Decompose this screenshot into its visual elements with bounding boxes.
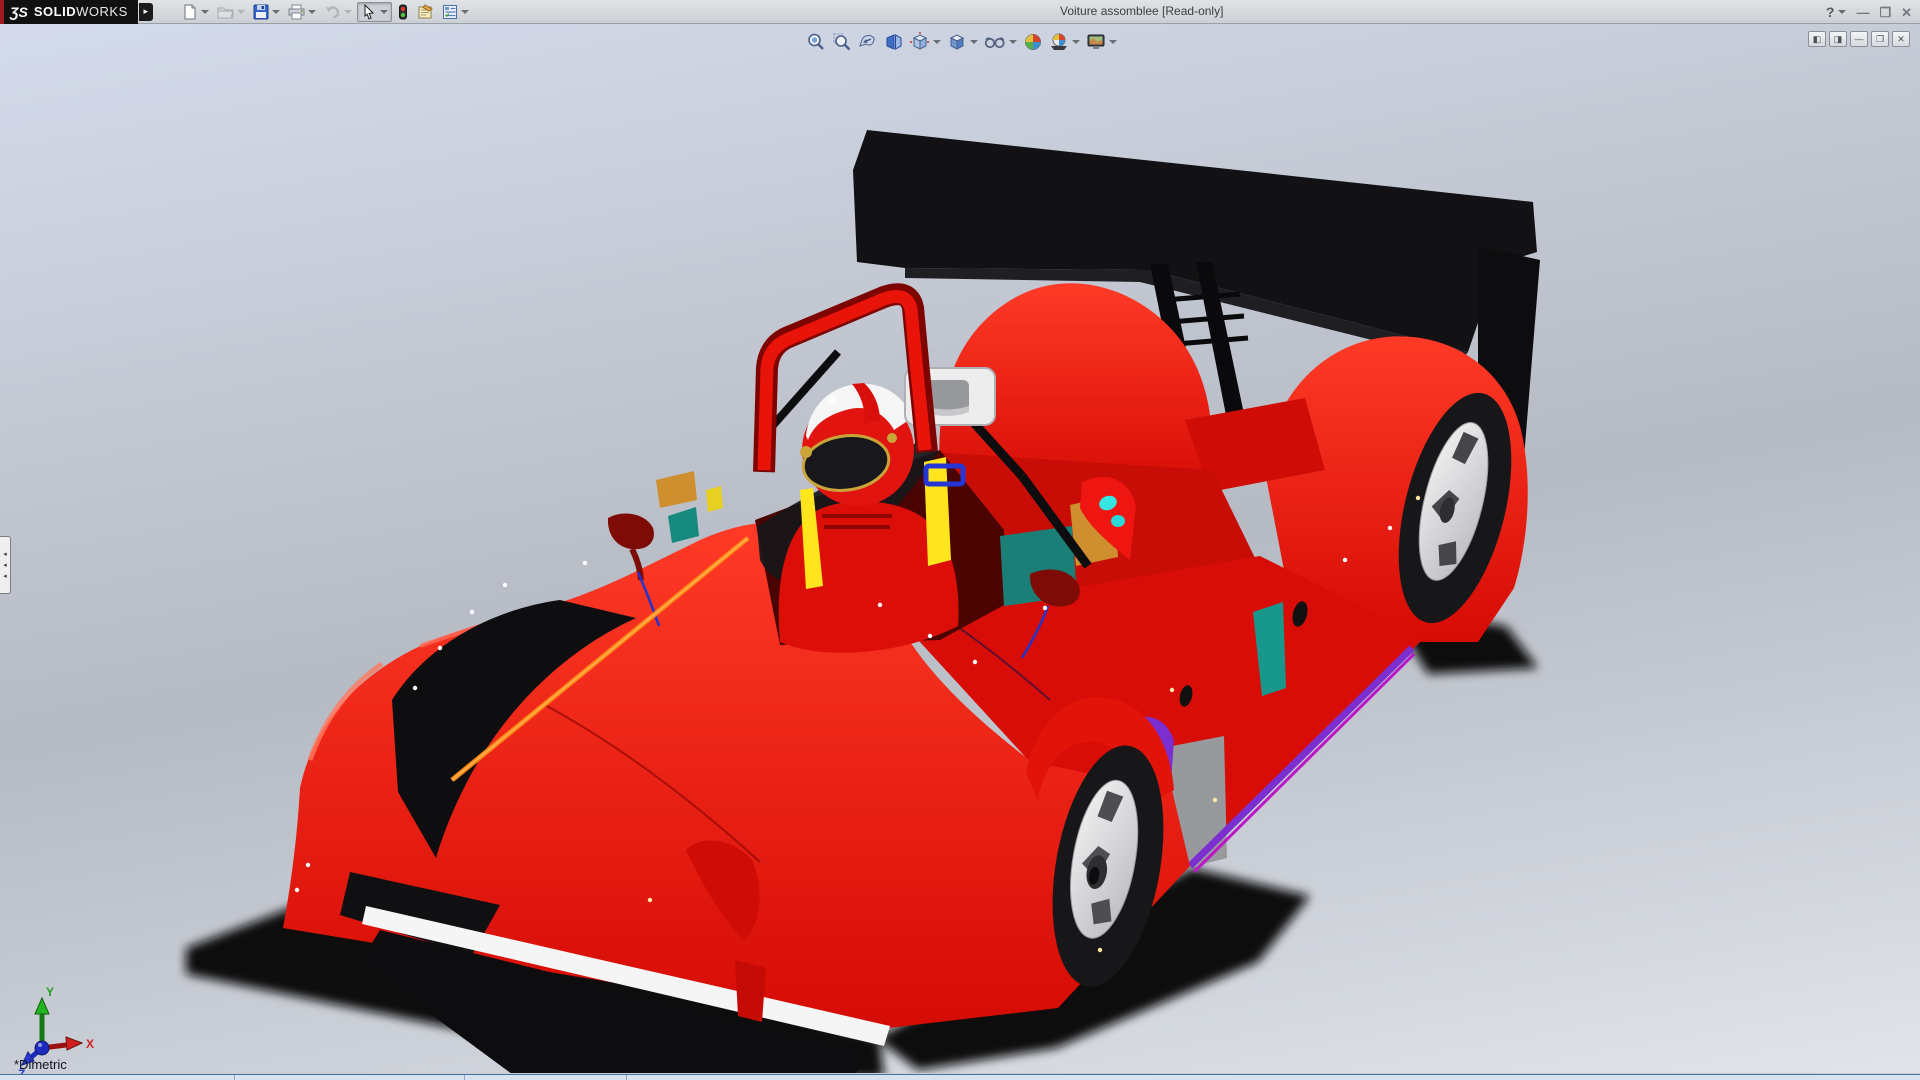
display-style-icon bbox=[947, 32, 967, 52]
print-button[interactable] bbox=[285, 3, 319, 21]
standard-toolbar bbox=[179, 2, 472, 22]
document-window-controls: ◧ ◨ — ❐ ✕ bbox=[1808, 31, 1910, 47]
open-folder-icon bbox=[217, 4, 234, 20]
view-settings-icon bbox=[1086, 32, 1106, 52]
solidworks-logo: ƷS SOLIDWORKS bbox=[0, 0, 138, 24]
save-icon bbox=[253, 4, 269, 20]
print-icon bbox=[288, 4, 305, 20]
apply-scene-icon bbox=[1049, 32, 1069, 52]
new-document-caret[interactable] bbox=[201, 10, 209, 14]
pane-left-button[interactable]: ◧ bbox=[1808, 31, 1826, 47]
section-view-button[interactable] bbox=[884, 32, 904, 52]
logo-name-light: WORKS bbox=[76, 4, 128, 19]
pane-right-button[interactable]: ◨ bbox=[1829, 31, 1847, 47]
graphics-viewport[interactable]: ◧ ◨ — ❐ ✕ ◂ ◂ ◂ Y X Z *Dimetric bbox=[0, 24, 1920, 1073]
apply-scene-button[interactable] bbox=[1049, 32, 1080, 52]
view-orientation-button[interactable] bbox=[910, 32, 941, 52]
display-style-caret[interactable] bbox=[970, 40, 978, 44]
undo-caret bbox=[344, 10, 352, 14]
logo-mark: ƷS bbox=[10, 4, 28, 20]
options-caret[interactable] bbox=[461, 10, 469, 14]
window-title: Voiture assomblee [Read-only] bbox=[1060, 4, 1460, 18]
help-button[interactable]: ? bbox=[1826, 4, 1835, 20]
open-button[interactable] bbox=[214, 3, 248, 21]
menu-flyout-arrow[interactable]: ▸ bbox=[139, 3, 153, 21]
select-cursor-icon bbox=[361, 4, 377, 20]
undo-button bbox=[321, 3, 355, 21]
rebuild-traffic-light-icon bbox=[397, 4, 409, 20]
collapse-arrow-icon: ◂ bbox=[3, 573, 7, 580]
solidworks-window: ƷS SOLIDWORKS ▸ bbox=[0, 0, 1920, 1080]
file-properties-button[interactable] bbox=[414, 3, 437, 21]
doc-minimize-button[interactable]: — bbox=[1850, 31, 1868, 47]
headsup-view-toolbar bbox=[806, 32, 1117, 52]
save-caret[interactable] bbox=[272, 10, 280, 14]
edit-appearance-icon bbox=[1023, 32, 1043, 52]
zoom-to-fit-icon bbox=[806, 32, 826, 52]
minimize-button[interactable]: — bbox=[1856, 6, 1869, 19]
zoom-to-fit-button[interactable] bbox=[806, 32, 826, 52]
car-assembly-model[interactable] bbox=[0, 24, 1920, 1073]
file-properties-icon bbox=[417, 4, 434, 20]
doc-close-button[interactable]: ✕ bbox=[1892, 31, 1910, 47]
apply-scene-caret[interactable] bbox=[1072, 40, 1080, 44]
help-caret[interactable] bbox=[1838, 10, 1846, 14]
display-style-button[interactable] bbox=[947, 32, 978, 52]
save-button[interactable] bbox=[250, 3, 283, 21]
options-icon bbox=[442, 4, 458, 20]
previous-view-icon bbox=[858, 32, 878, 52]
undo-icon bbox=[324, 4, 341, 20]
print-caret[interactable] bbox=[308, 10, 316, 14]
doc-restore-button[interactable]: ❐ bbox=[1871, 31, 1889, 47]
options-button[interactable] bbox=[439, 3, 472, 21]
view-settings-button[interactable] bbox=[1086, 32, 1117, 52]
title-bar: ƷS SOLIDWORKS ▸ bbox=[0, 0, 1920, 24]
zoom-to-area-button[interactable] bbox=[832, 32, 852, 52]
triad-y-label: Y bbox=[46, 985, 54, 999]
hide-show-items-caret[interactable] bbox=[1009, 40, 1017, 44]
new-document-button[interactable] bbox=[179, 3, 212, 21]
hide-show-items-button[interactable] bbox=[984, 32, 1017, 52]
rebuild-button[interactable] bbox=[394, 3, 412, 21]
view-settings-caret[interactable] bbox=[1109, 40, 1117, 44]
zoom-to-area-icon bbox=[832, 32, 852, 52]
titlebar-controls: ? — ❐ ✕ bbox=[1826, 0, 1912, 24]
close-button[interactable]: ✕ bbox=[1901, 6, 1912, 19]
collapse-arrow-icon: ◂ bbox=[3, 551, 7, 558]
view-orientation-caret[interactable] bbox=[933, 40, 941, 44]
collapse-arrow-icon: ◂ bbox=[3, 562, 7, 569]
view-orientation-label: *Dimetric bbox=[14, 1057, 67, 1072]
collapsed-panel-tab[interactable]: ◂ ◂ ◂ bbox=[0, 536, 11, 594]
open-caret bbox=[237, 10, 245, 14]
triad-x-label: X bbox=[86, 1037, 94, 1051]
status-bar bbox=[0, 1074, 1920, 1080]
view-orientation-icon bbox=[910, 32, 930, 52]
select-caret[interactable] bbox=[380, 10, 388, 14]
hide-show-items-icon bbox=[984, 32, 1006, 52]
section-view-icon bbox=[884, 32, 904, 52]
previous-view-button[interactable] bbox=[858, 32, 878, 52]
logo-name-bold: SOLID bbox=[34, 4, 76, 19]
edit-appearance-button[interactable] bbox=[1023, 32, 1043, 52]
new-document-icon bbox=[182, 4, 198, 20]
select-button[interactable] bbox=[357, 2, 392, 22]
restore-button[interactable]: ❐ bbox=[1879, 6, 1891, 19]
